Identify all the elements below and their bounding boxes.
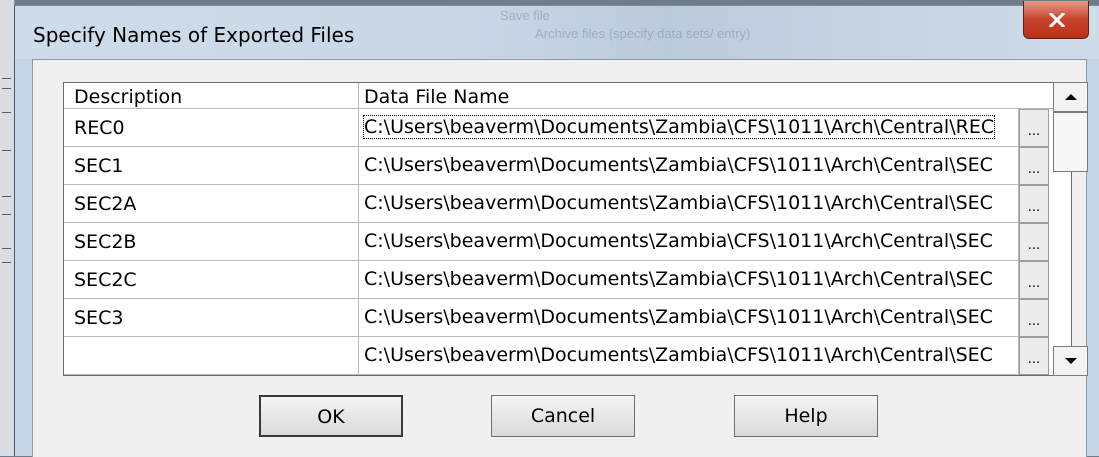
description-cell[interactable]: SEC3: [64, 299, 359, 337]
data-file-path: C:\Users\beaverm\Documents\Zambia\CFS\10…: [362, 115, 996, 139]
table-row[interactable]: C:\Users\beaverm\Documents\Zambia\CFS\10…: [64, 337, 1054, 375]
exported-files-grid: Description Data File Name REC0 C:\Users\…: [63, 82, 1072, 376]
data-file-path: C:\Users\beaverm\Documents\Zambia\CFS\10…: [364, 306, 993, 328]
data-file-name-cell[interactable]: C:\Users\beaverm\Documents\Zambia\CFS\10…: [359, 299, 1019, 337]
column-header-data-file-name[interactable]: Data File Name: [359, 83, 1054, 109]
data-file-path: C:\Users\beaverm\Documents\Zambia\CFS\10…: [364, 192, 993, 214]
table-row[interactable]: REC0 C:\Users\beaverm\Documents\Zambia\CF…: [64, 109, 1054, 147]
browse-button[interactable]: ...: [1019, 299, 1049, 337]
browse-button[interactable]: ...: [1019, 109, 1049, 147]
background-window-edge: [0, 0, 15, 456]
data-file-path: C:\Users\beaverm\Documents\Zambia\CFS\10…: [364, 344, 993, 366]
data-file-name-cell[interactable]: C:\Users\beaverm\Documents\Zambia\CFS\10…: [359, 223, 1019, 261]
vertical-scrollbar[interactable]: [1053, 82, 1089, 376]
help-button[interactable]: Help: [734, 395, 878, 437]
data-file-path: C:\Users\beaverm\Documents\Zambia\CFS\10…: [364, 230, 993, 252]
data-file-name-cell[interactable]: C:\Users\beaverm\Documents\Zambia\CFS\10…: [359, 147, 1019, 185]
browse-button[interactable]: ...: [1019, 147, 1049, 185]
title-bar: Save file Archive files (specify data se…: [15, 1, 1099, 59]
scroll-down-button[interactable]: [1053, 346, 1088, 376]
scroll-up-button[interactable]: [1053, 82, 1088, 112]
description-cell[interactable]: SEC2A: [64, 185, 359, 223]
browse-button[interactable]: ...: [1019, 337, 1049, 375]
column-header-description[interactable]: Description: [64, 83, 359, 109]
table-row[interactable]: SEC2A C:\Users\beaverm\Documents\Zambia\C…: [64, 185, 1054, 223]
scroll-thumb[interactable]: [1053, 112, 1088, 172]
description-cell[interactable]: SEC2B: [64, 223, 359, 261]
table-row[interactable]: SEC2C C:\Users\beaverm\Documents\Zambia\C…: [64, 261, 1054, 299]
browse-button[interactable]: ...: [1019, 185, 1049, 223]
dialog-title: Specify Names of Exported Files: [33, 23, 355, 47]
browse-button[interactable]: ...: [1019, 223, 1049, 261]
background-text: Save file: [500, 8, 550, 23]
description-cell[interactable]: SEC1: [64, 147, 359, 185]
cancel-button[interactable]: Cancel: [491, 395, 635, 437]
background-text: Archive files (specify data sets/ entry): [535, 26, 751, 41]
dialog-client-area: Description Data File Name REC0 C:\Users\…: [32, 59, 1089, 457]
browse-button[interactable]: ...: [1019, 261, 1049, 299]
export-files-dialog: Save file Archive files (specify data se…: [14, 1, 1099, 457]
close-button[interactable]: [1023, 1, 1089, 39]
arrow-down-icon: [1065, 358, 1077, 364]
data-file-path: C:\Users\beaverm\Documents\Zambia\CFS\10…: [364, 268, 993, 290]
data-file-name-cell[interactable]: C:\Users\beaverm\Documents\Zambia\CFS\10…: [359, 185, 1019, 223]
description-cell[interactable]: REC0: [64, 109, 359, 147]
close-icon: [1049, 13, 1065, 27]
table-row[interactable]: SEC1 C:\Users\beaverm\Documents\Zambia\CF…: [64, 147, 1054, 185]
description-cell[interactable]: SEC2C: [64, 261, 359, 299]
arrow-up-icon: [1065, 94, 1077, 100]
table-row[interactable]: SEC2B C:\Users\beaverm\Documents\Zambia\C…: [64, 223, 1054, 261]
data-file-name-cell[interactable]: C:\Users\beaverm\Documents\Zambia\CFS\10…: [359, 261, 1019, 299]
ok-button[interactable]: OK: [259, 395, 403, 437]
data-file-path: C:\Users\beaverm\Documents\Zambia\CFS\10…: [364, 154, 993, 176]
description-cell[interactable]: [64, 337, 359, 375]
data-file-name-cell[interactable]: C:\Users\beaverm\Documents\Zambia\CFS\10…: [359, 109, 1019, 147]
data-file-name-cell[interactable]: C:\Users\beaverm\Documents\Zambia\CFS\10…: [359, 337, 1019, 375]
table-row[interactable]: SEC3 C:\Users\beaverm\Documents\Zambia\CF…: [64, 299, 1054, 337]
grid-header-row: Description Data File Name: [64, 83, 1054, 109]
